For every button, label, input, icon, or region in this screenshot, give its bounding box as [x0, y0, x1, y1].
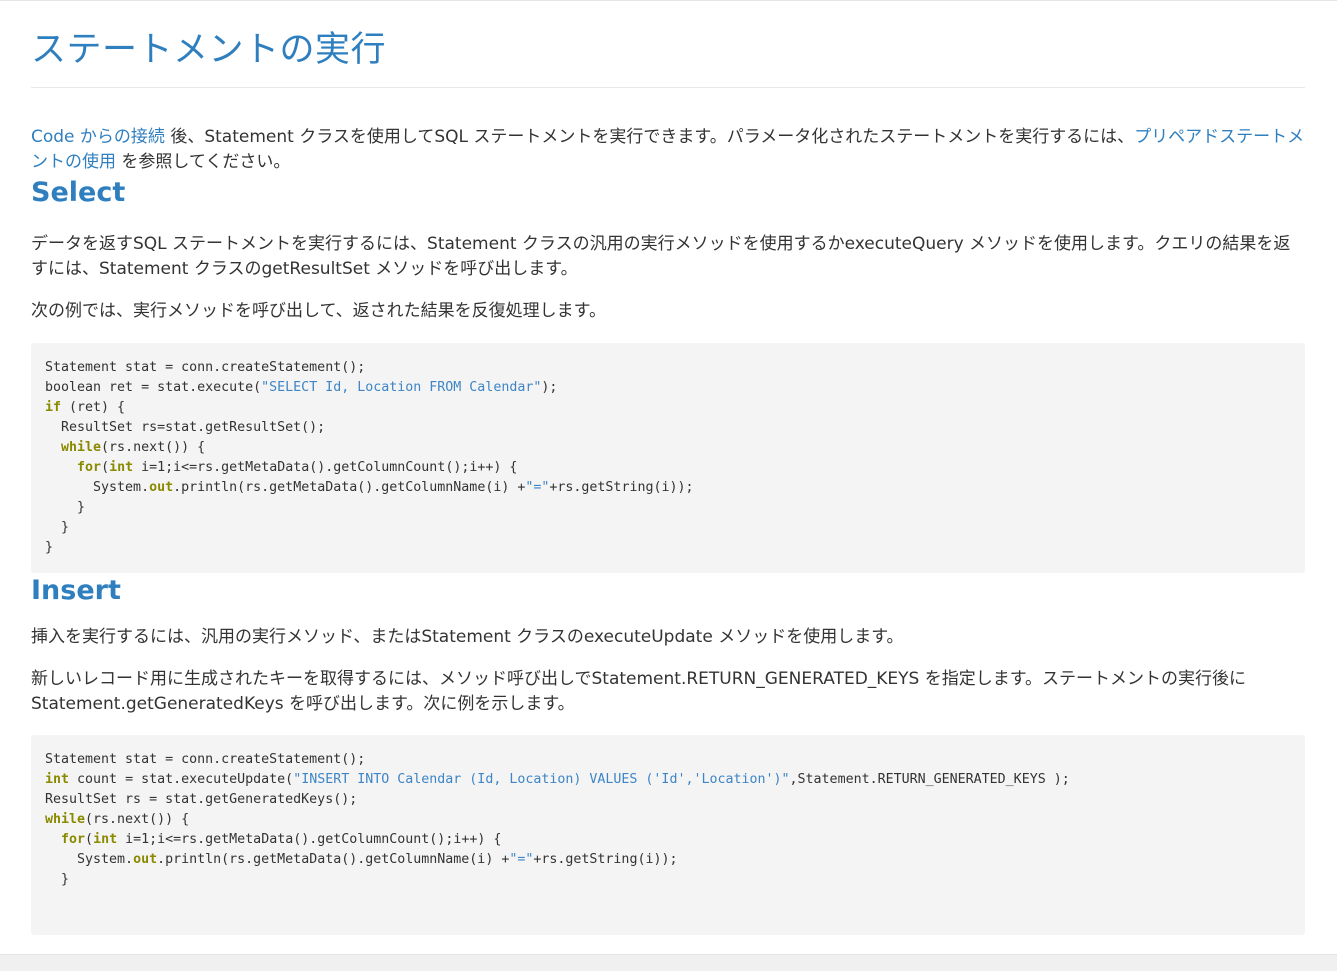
code-line: ResultSet rs=stat.getResultSet();: [45, 420, 326, 435]
code-line: }: [45, 520, 70, 535]
intro-text-2: を参照してください。: [116, 152, 291, 172]
document-page: ステートメントの実行 Code からの接続 後、Statement クラスを使用…: [0, 0, 1337, 971]
code-line: while(rs.next()) {: [61, 440, 206, 455]
insert-heading: Insert: [31, 575, 121, 606]
select-heading: Select: [31, 177, 126, 208]
intro-paragraph: Code からの接続 後、Statement クラスを使用してSQL ステートメ…: [31, 125, 1305, 175]
code-line: while(rs.next()) {: [45, 812, 190, 827]
select-paragraph-2: 次の例では、実行メソッドを呼び出して、返された結果を反復処理します。: [31, 301, 606, 321]
code-line: }: [45, 540, 54, 555]
code-line: }: [45, 500, 86, 515]
code-line: System.out.println(rs.getMetaData().getC…: [45, 852, 678, 867]
code-line: boolean ret = stat.execute("SELECT Id, L…: [45, 380, 558, 395]
title-divider: [31, 87, 1305, 88]
insert-paragraph-1: 挿入を実行するには、汎用の実行メソッド、またはStatement クラスのexe…: [31, 627, 904, 647]
connect-from-code-link[interactable]: Code からの接続: [31, 127, 165, 147]
code-line: ResultSet rs = stat.getGeneratedKeys();: [45, 792, 358, 807]
select-code-block[interactable]: Statement stat = conn.createStatement();…: [31, 343, 1305, 573]
select-paragraph-1: データを返すSQL ステートメントを実行するには、Statement クラスの汎…: [31, 234, 1291, 279]
insert-code-block[interactable]: Statement stat = conn.createStatement();…: [31, 735, 1305, 935]
code-line: System.out.println(rs.getMetaData().getC…: [45, 480, 694, 495]
code-line: for(int i=1;i<=rs.getMetaData().getColum…: [77, 460, 518, 475]
code-line: if (ret) {: [45, 400, 126, 415]
article-content: ステートメントの実行 Code からの接続 後、Statement クラスを使用…: [31, 1, 1305, 935]
code-line: Statement stat = conn.createStatement();: [45, 360, 366, 375]
intro-text-1: 後、Statement クラスを使用してSQL ステートメントを実行できます。パ…: [164, 127, 1135, 147]
bottom-scroll-bar[interactable]: [0, 954, 1337, 971]
code-line: }: [45, 872, 70, 887]
insert-paragraph-2: 新しいレコード用に生成されたキーを取得するには、メソッド呼び出しでStateme…: [31, 669, 1247, 714]
code-line: for(int i=1;i<=rs.getMetaData().getColum…: [61, 832, 502, 847]
code-line: int count = stat.executeUpdate("INSERT I…: [45, 772, 1070, 787]
code-line: Statement stat = conn.createStatement();: [45, 752, 366, 767]
page-title: ステートメントの実行: [31, 30, 387, 70]
